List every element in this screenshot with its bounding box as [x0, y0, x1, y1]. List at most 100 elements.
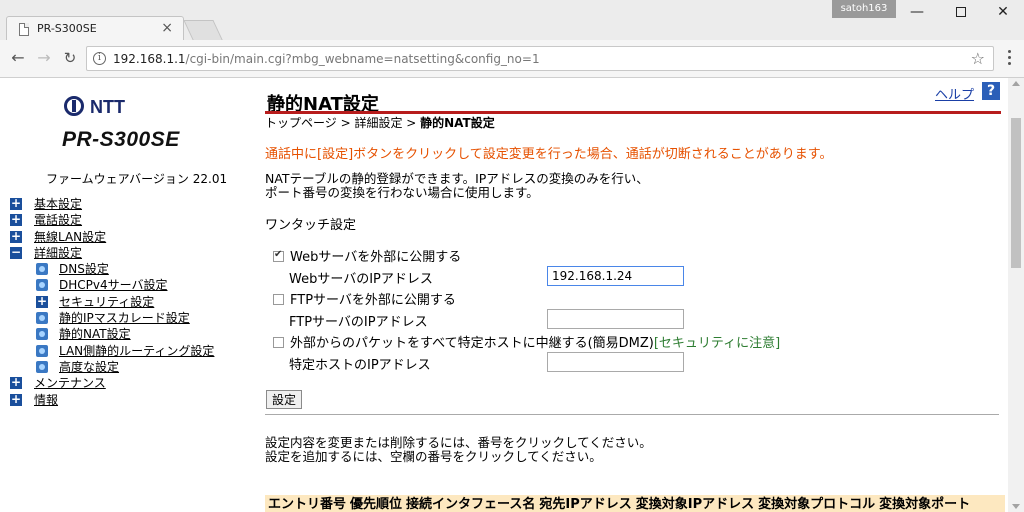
sidebar-link[interactable]: 無線LAN設定: [34, 230, 106, 244]
sidebar-item[interactable]: + メンテナンス: [10, 375, 214, 391]
scroll-thumb[interactable]: [1011, 118, 1021, 268]
sidebar-item[interactable]: + 無線LAN設定: [10, 229, 214, 245]
help-icon[interactable]: ?: [982, 82, 1000, 100]
sidebar-link[interactable]: 高度な設定: [59, 360, 119, 374]
sidebar-link[interactable]: 基本設定: [34, 197, 82, 211]
ftp-publish-row: FTPサーバを外部に公開する: [273, 289, 456, 308]
info-icon[interactable]: i: [93, 52, 106, 65]
sidebar-item[interactable]: DHCPv4サーバ設定: [10, 277, 214, 293]
one-touch-label: ワンタッチ設定: [265, 218, 357, 233]
plus-icon[interactable]: +: [10, 393, 22, 406]
dmz-checkbox[interactable]: [273, 337, 284, 348]
sidebar-link[interactable]: セキュリティ設定: [59, 295, 154, 309]
sidebar-item[interactable]: DNS設定: [10, 261, 214, 277]
table-column-header: 接続インタフェース名: [406, 497, 536, 512]
page-icon[interactable]: [36, 360, 48, 373]
url-path: /cgi-bin/main.cgi?mbg_webname=natsetting…: [185, 52, 540, 66]
ntt-logo-icon: [64, 96, 84, 116]
ftp-publish-checkbox[interactable]: [273, 294, 284, 305]
sidebar-link[interactable]: メンテナンス: [34, 376, 106, 390]
scroll-down-icon[interactable]: [1012, 504, 1020, 509]
brand-name: NTT: [90, 97, 125, 117]
table-column-header: エントリ番号: [268, 497, 347, 512]
security-note: [セキュリティに注意]: [653, 336, 781, 351]
page-icon: [19, 23, 29, 36]
instruction-line: 設定内容を変更または削除するには、番号をクリックしてください。: [265, 435, 652, 450]
firmware-version: ファームウェアバージョン 22.01: [46, 172, 228, 186]
sidebar-item[interactable]: + 電話設定: [10, 212, 214, 228]
ftp-publish-label: FTPサーバを外部に公開する: [290, 293, 456, 308]
sidebar-item[interactable]: 静的IPマスカレード設定: [10, 310, 214, 326]
dmz-ip-input[interactable]: [547, 352, 684, 372]
url-text: 192.168.1.1/cgi-bin/main.cgi?mbg_webname…: [113, 52, 540, 66]
sidebar-item[interactable]: − 詳細設定: [10, 245, 214, 261]
sidebar-link[interactable]: 情報: [34, 393, 58, 407]
page-icon[interactable]: [36, 312, 48, 325]
user-profile-badge[interactable]: satoh163: [832, 0, 896, 18]
sidebar-link[interactable]: 詳細設定: [34, 246, 82, 260]
breadcrumb: トップページ > 詳細設定 > 静的NAT設定: [265, 114, 495, 131]
sidebar-item[interactable]: 静的NAT設定: [10, 326, 214, 342]
description-line: ポート番号の変換を行わない場合に使用します。: [265, 185, 539, 200]
address-bar[interactable]: i 192.168.1.1/cgi-bin/main.cgi?mbg_webna…: [86, 46, 994, 71]
page-icon[interactable]: [36, 263, 48, 276]
bookmark-star-icon[interactable]: ☆: [971, 49, 985, 68]
maximize-button[interactable]: [946, 2, 976, 22]
sidebar-link[interactable]: DNS設定: [59, 262, 109, 276]
table-column-header: 変換対象IPアドレス: [635, 497, 755, 512]
breadcrumb-path: トップページ > 詳細設定 >: [265, 116, 421, 130]
web-ip-input[interactable]: [547, 266, 684, 286]
page-icon[interactable]: [36, 279, 48, 292]
minimize-button[interactable]: —: [902, 2, 932, 22]
forward-arrow-icon[interactable]: →: [34, 48, 54, 68]
sidebar-link[interactable]: 電話設定: [34, 213, 82, 227]
sidebar-item[interactable]: + セキュリティ設定: [10, 294, 214, 310]
ftp-ip-input[interactable]: [547, 309, 684, 329]
page-scrollbar[interactable]: [1008, 78, 1024, 512]
sidebar-item[interactable]: + 情報: [10, 392, 214, 408]
new-tab-button[interactable]: [183, 20, 223, 40]
page-icon[interactable]: [36, 344, 48, 357]
table-column-header: 変換対象ポート: [879, 497, 971, 512]
page-icon[interactable]: [36, 328, 48, 341]
table-column-header: 宛先IPアドレス: [539, 497, 632, 512]
dmz-ip-label: 特定ホストのIPアドレス: [289, 358, 431, 373]
browser-tab[interactable]: PR-S300SE ×: [6, 16, 184, 42]
section-divider: [265, 414, 999, 415]
browser-titlebar: PR-S300SE × satoh163 — ✕: [0, 0, 1024, 42]
sidebar-link[interactable]: 静的NAT設定: [59, 327, 131, 341]
window-close-button[interactable]: ✕: [988, 2, 1018, 22]
plus-icon[interactable]: +: [10, 376, 22, 390]
reload-icon[interactable]: ↻: [60, 48, 80, 68]
browser-menu-icon[interactable]: [1002, 50, 1016, 68]
set-button[interactable]: 設定: [266, 390, 303, 409]
description-line: NATテーブルの静的登録ができます。IPアドレスの変換のみを行い、: [265, 171, 649, 186]
back-arrow-icon[interactable]: ←: [8, 48, 28, 68]
plus-icon[interactable]: +: [10, 197, 22, 210]
web-publish-checkbox[interactable]: [273, 249, 284, 262]
breadcrumb-current: 静的NAT設定: [420, 116, 495, 130]
ntt-logo: NTT: [64, 96, 125, 118]
plus-icon[interactable]: +: [10, 213, 22, 227]
warning-message: 通話中に[設定]ボタンをクリックして設定変更を行った場合、通話が切断されることが…: [265, 147, 833, 162]
sidebar-item[interactable]: + 基本設定: [10, 196, 214, 212]
instruction-line: 設定を追加するには、空欄の番号をクリックしてください。: [265, 449, 602, 464]
plus-icon[interactable]: +: [10, 230, 22, 243]
minus-icon[interactable]: −: [10, 246, 22, 259]
scroll-up-icon[interactable]: [1012, 81, 1020, 86]
browser-toolbar: ← → ↻ i 192.168.1.1/cgi-bin/main.cgi?mbg…: [0, 40, 1024, 78]
nat-table-header: エントリ番号 優先順位 接続インタフェース名 宛先IPアドレス 変換対象IPアドレス 変換…: [265, 495, 1005, 512]
description: NATテーブルの静的登録ができます。IPアドレスの変換のみを行い、 ポート番号の…: [265, 172, 649, 200]
sidebar-link[interactable]: 静的IPマスカレード設定: [59, 311, 190, 325]
web-ip-label: WebサーバのIPアドレス: [289, 272, 433, 287]
sidebar-link[interactable]: DHCPv4サーバ設定: [59, 278, 168, 292]
ftp-ip-label: FTPサーバのIPアドレス: [289, 315, 428, 330]
sidebar-item[interactable]: LAN側静的ルーティング設定: [10, 343, 214, 359]
sidebar-link[interactable]: LAN側静的ルーティング設定: [59, 344, 214, 358]
sidebar-item[interactable]: 高度な設定: [10, 359, 214, 375]
web-publish-label: Webサーバを外部に公開する: [290, 250, 462, 265]
close-icon[interactable]: ×: [161, 20, 173, 36]
plus-icon[interactable]: +: [36, 295, 48, 308]
help-link[interactable]: ヘルプ: [935, 84, 974, 103]
dmz-label: 外部からのパケットをすべて特定ホストに中継する(簡易DMZ): [290, 336, 654, 351]
